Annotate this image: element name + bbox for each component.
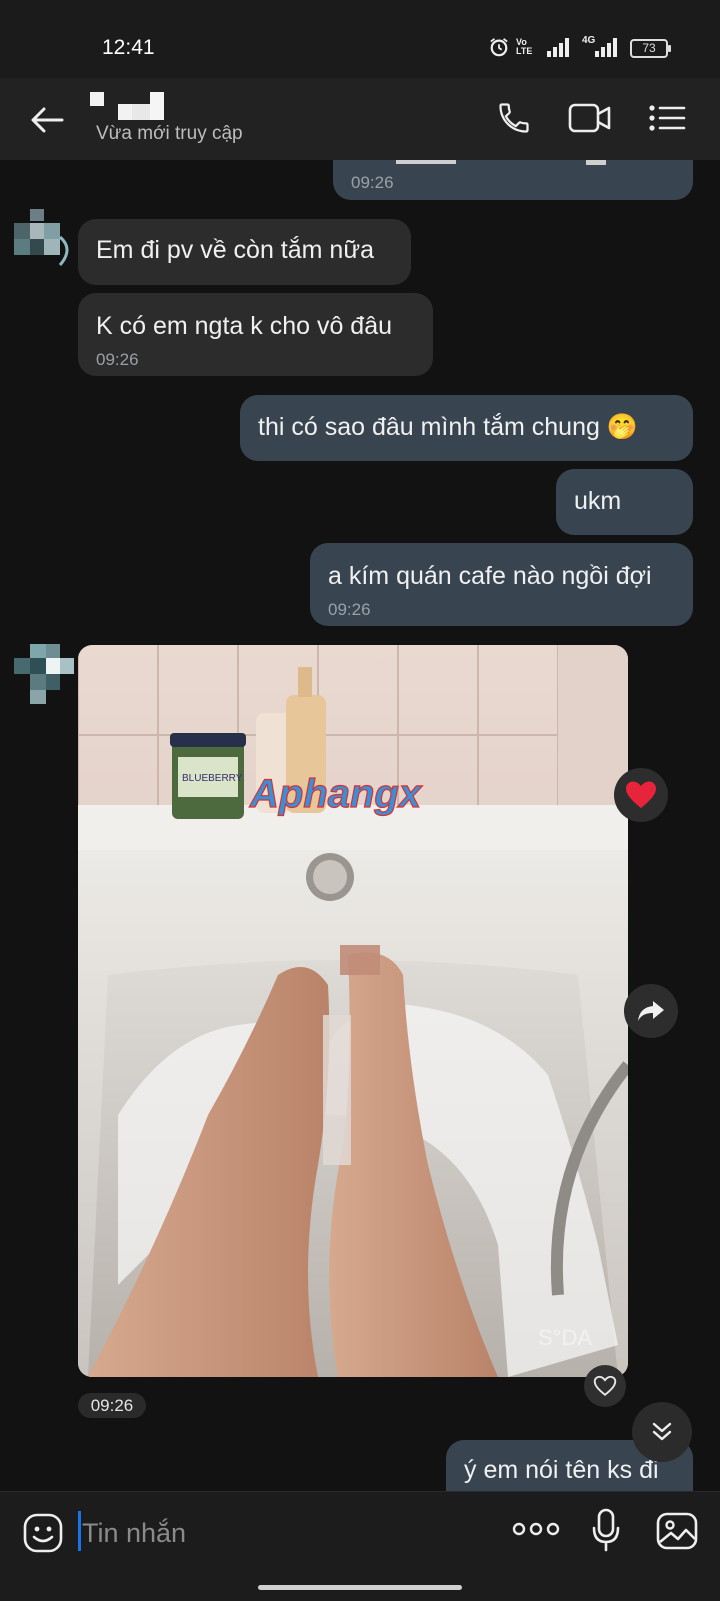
microphone-icon[interactable]: [592, 1508, 620, 1552]
photo-mark-text: S°DA: [538, 1325, 592, 1350]
message-time: 09:26: [351, 173, 394, 192]
alarm-icon: [490, 38, 508, 57]
more-dots-icon[interactable]: [512, 1522, 560, 1536]
message-text: ý em nói tên ks đi: [464, 1456, 659, 1484]
message-bubble-received[interactable]: Em đi pv về còn tắm nữa: [78, 219, 411, 285]
forward-button[interactable]: [624, 984, 678, 1038]
message-bubble-sent[interactable]: ukm: [556, 469, 693, 535]
menu-list-icon[interactable]: [648, 104, 686, 132]
message-time: 09:26: [328, 600, 371, 619]
heart-icon: [626, 781, 656, 808]
scroll-to-bottom-button[interactable]: [632, 1402, 692, 1462]
message-input[interactable]: [78, 1508, 482, 1558]
contact-avatar[interactable]: [14, 209, 74, 269]
phone-call-icon[interactable]: [496, 100, 532, 136]
message-text: Em đi pv về còn tắm nữa: [96, 236, 374, 264]
message-partial-text: [396, 160, 606, 165]
double-chevron-down-icon: [652, 1422, 672, 1441]
like-button[interactable]: [584, 1365, 626, 1407]
home-indicator[interactable]: [258, 1585, 462, 1590]
message-text: a kím quán cafe nào ngồi đợi: [328, 562, 652, 590]
message-text: ukm: [574, 487, 622, 515]
video-call-icon[interactable]: [568, 100, 612, 136]
reaction-button[interactable]: [614, 768, 668, 822]
message-bubble-sent[interactable]: a kím quán cafe nào ngồi đợi 09:26: [310, 543, 693, 626]
heart-outline-icon: [593, 1375, 617, 1397]
message-bubble-received[interactable]: K có em ngta k cho vô đâu 09:26: [78, 293, 433, 376]
message-text: K có em ngta k cho vô đâu: [96, 312, 393, 340]
message-time: 09:26: [96, 350, 139, 369]
4g-signal-icon: [595, 38, 617, 57]
share-arrow-icon: [638, 1001, 664, 1021]
photo-time: 09:26: [78, 1393, 146, 1418]
emoji-icon[interactable]: [22, 1512, 64, 1554]
signal-icon: [547, 38, 569, 57]
message-text: thi có sao đâu mình tắm chung 🤭: [258, 413, 638, 441]
presence-status: Vừa mới truy cập: [96, 123, 243, 144]
message-bubble-sent[interactable]: 09:26: [333, 160, 693, 200]
status-time: 12:41: [102, 36, 155, 59]
jar-label: BLUEBERRY: [182, 773, 243, 784]
watermark-text: Aphangx: [249, 772, 423, 816]
bath-photo[interactable]: BLUEBERRY Aphangx S°DA: [78, 645, 628, 1377]
message-bubble-sent[interactable]: thi có sao đâu mình tắm chung 🤭: [240, 395, 693, 461]
back-arrow-icon[interactable]: [30, 106, 64, 134]
gallery-icon[interactable]: [656, 1512, 698, 1550]
battery-icon: 73: [630, 39, 671, 58]
contact-name-redacted[interactable]: [90, 92, 164, 120]
volte-icon: Vo LTE: [516, 37, 533, 56]
contact-avatar[interactable]: [14, 644, 74, 704]
